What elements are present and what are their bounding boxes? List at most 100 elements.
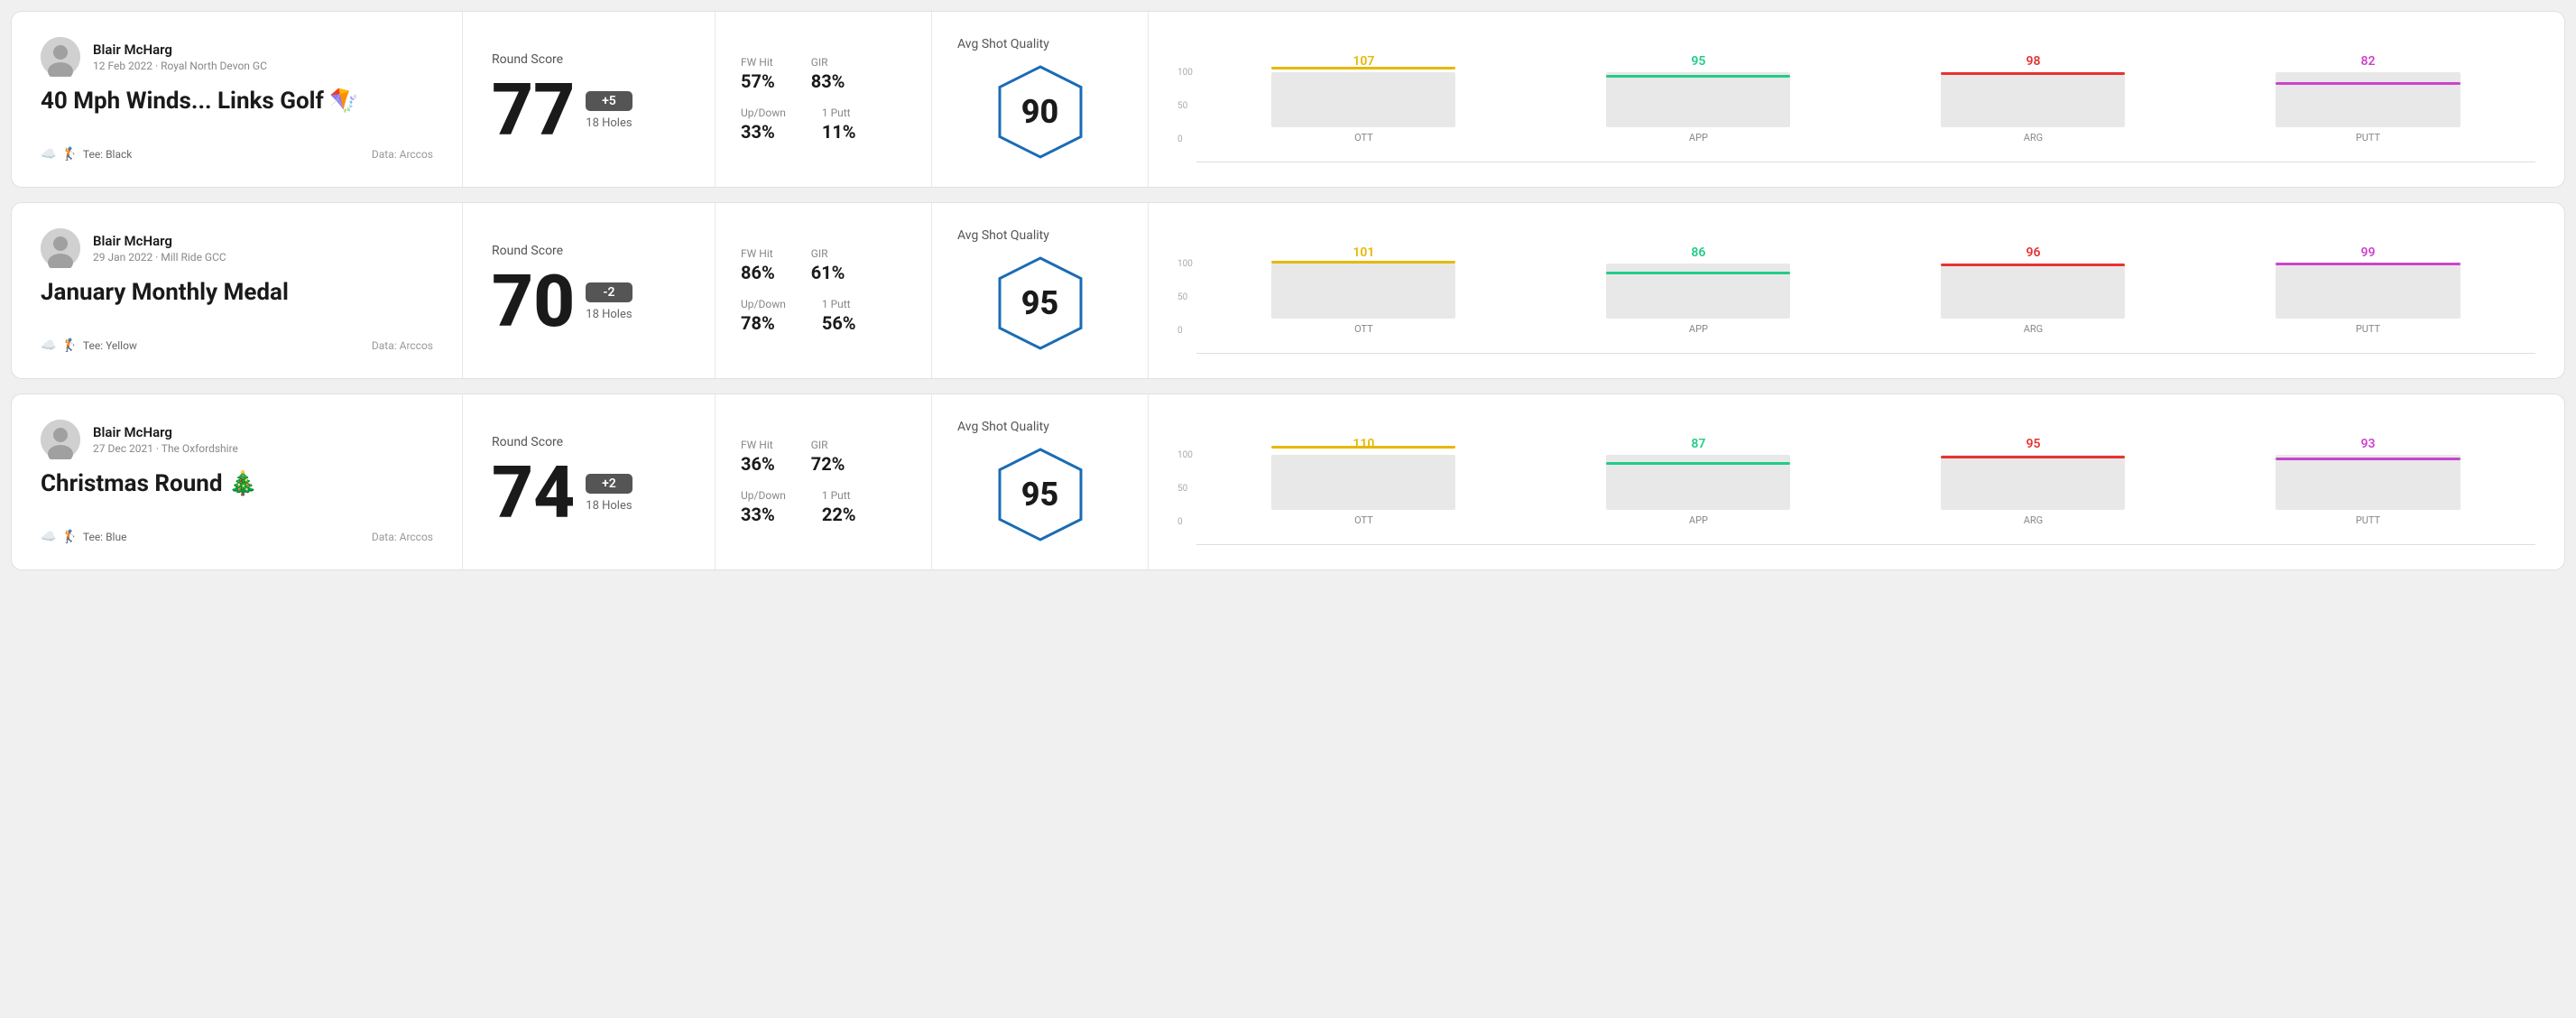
stat-gir-1: GIR 83% <box>811 56 845 92</box>
bar-col-ott: 110 OTT <box>1196 437 1531 526</box>
bar-value-arg: 95 <box>2026 437 2040 451</box>
round-title-3: Christmas Round 🎄 <box>41 470 433 498</box>
card-stats-1: FW Hit 57% GIR 83% Up/Down 33% 1 Putt 11… <box>716 12 932 187</box>
bar-col-arg: 98 ARG <box>1866 54 2201 143</box>
golf-cart-icon-1: 🏌 <box>61 147 77 162</box>
player-info-3: Blair McHarg 27 Dec 2021 · The Oxfordshi… <box>41 420 433 459</box>
score-main-1: 77 +5 18 Holes <box>492 74 686 146</box>
bar-value-app: 87 <box>1691 437 1705 451</box>
player-name-1: Blair McHarg <box>93 42 267 58</box>
card-quality-2: Avg Shot Quality 95 <box>932 203 1149 378</box>
stat-oneputt-2: 1 Putt 56% <box>822 298 856 334</box>
bar-col-app: 86 APP <box>1531 245 1866 335</box>
stats-row-bot-3: Up/Down 33% 1 Putt 22% <box>741 489 906 525</box>
score-label-3: Round Score <box>492 435 686 449</box>
stat-gir-3: GIR 72% <box>811 439 845 475</box>
card-quality-3: Avg Shot Quality 95 <box>932 394 1149 569</box>
bar-bg-putt <box>2276 455 2460 510</box>
golf-cart-icon-3: 🏌 <box>61 530 77 544</box>
bar-xlabel-arg: ARG <box>2024 323 2043 335</box>
card-chart-1: 100 50 0 107 OTT 95 APP 98 <box>1149 12 2564 187</box>
hexagon-3: 95 <box>991 445 1090 544</box>
score-badge-group-1: +5 18 Holes <box>586 91 632 130</box>
stat-fwhit-2: FW Hit 86% <box>741 247 775 283</box>
stat-oneputt-label-1: 1 Putt <box>822 106 856 119</box>
stats-row-top-2: FW Hit 86% GIR 61% <box>741 247 906 283</box>
stat-updown-3: Up/Down 33% <box>741 489 786 525</box>
stat-gir-label-1: GIR <box>811 56 845 69</box>
bar-line-app <box>1606 462 1790 465</box>
tee-info-2: ☁️ 🏌 Tee: Yellow <box>41 338 137 353</box>
avatar-icon-1 <box>41 37 80 77</box>
card-score-2: Round Score 70 -2 18 Holes <box>463 203 716 378</box>
bar-xlabel-ott: OTT <box>1354 514 1373 526</box>
y-label-100: 100 <box>1177 450 1193 460</box>
y-label-100: 100 <box>1177 68 1193 78</box>
score-label-2: Round Score <box>492 244 686 258</box>
score-number-2: 70 <box>492 265 575 338</box>
bar-line-arg <box>1941 264 2125 266</box>
round-card-1: Blair McHarg 12 Feb 2022 · Royal North D… <box>11 11 2565 188</box>
stat-oneputt-value-3: 22% <box>822 504 856 525</box>
bar-bg-ott <box>1271 264 1455 319</box>
y-label-50: 50 <box>1177 484 1193 494</box>
player-info-1: Blair McHarg 12 Feb 2022 · Royal North D… <box>41 37 433 77</box>
stat-oneputt-label-2: 1 Putt <box>822 298 856 310</box>
hexagon-container-2: 95 <box>991 254 1090 353</box>
y-label-100: 100 <box>1177 259 1193 269</box>
bar-bg-app <box>1606 264 1790 319</box>
avatar-icon-3 <box>41 420 80 459</box>
holes-text-1: 18 Holes <box>586 116 632 130</box>
stat-gir-label-2: GIR <box>811 247 845 260</box>
avatar-1 <box>41 37 80 77</box>
bar-xlabel-putt: PUTT <box>2356 132 2380 143</box>
bar-value-app: 86 <box>1691 245 1705 260</box>
bar-line-arg <box>1941 456 2125 458</box>
stat-updown-label-1: Up/Down <box>741 106 786 119</box>
avatar-icon-2 <box>41 228 80 268</box>
data-source-1: Data: Arccos <box>372 148 433 161</box>
quality-label-3: Avg Shot Quality <box>957 420 1049 434</box>
stat-updown-label-2: Up/Down <box>741 298 786 310</box>
stat-gir-label-3: GIR <box>811 439 845 451</box>
hexagon-container-1: 90 <box>991 62 1090 162</box>
stat-fwhit-label-3: FW Hit <box>741 439 775 451</box>
card-left-2: Blair McHarg 29 Jan 2022 · Mill Ride GCC… <box>12 203 463 378</box>
score-number-3: 74 <box>492 457 575 529</box>
bar-value-putt: 82 <box>2360 54 2375 69</box>
stat-oneputt-1: 1 Putt 11% <box>822 106 856 143</box>
player-info-2: Blair McHarg 29 Jan 2022 · Mill Ride GCC <box>41 228 433 268</box>
bar-value-putt: 99 <box>2360 245 2375 260</box>
tee-label-2: Tee: Yellow <box>83 339 137 352</box>
player-meta-2: 29 Jan 2022 · Mill Ride GCC <box>93 251 226 264</box>
bar-value-app: 95 <box>1691 54 1705 69</box>
card-stats-3: FW Hit 36% GIR 72% Up/Down 33% 1 Putt 22… <box>716 394 932 569</box>
bar-bg-ott <box>1271 455 1455 510</box>
bar-col-putt: 93 PUTT <box>2201 437 2535 526</box>
holes-text-2: 18 Holes <box>586 308 632 321</box>
round-title-1: 40 Mph Winds... Links Golf 🪁 <box>41 88 433 116</box>
score-number-1: 77 <box>492 74 575 146</box>
card-score-3: Round Score 74 +2 18 Holes <box>463 394 716 569</box>
card-left-3: Blair McHarg 27 Dec 2021 · The Oxfordshi… <box>12 394 463 569</box>
bar-col-arg: 95 ARG <box>1866 437 2201 526</box>
stat-fwhit-3: FW Hit 36% <box>741 439 775 475</box>
tee-info-1: ☁️ 🏌 Tee: Black <box>41 147 132 162</box>
stats-row-top-1: FW Hit 57% GIR 83% <box>741 56 906 92</box>
player-meta-3: 27 Dec 2021 · The Oxfordshire <box>93 442 238 455</box>
stat-fwhit-1: FW Hit 57% <box>741 56 775 92</box>
bar-bg-putt <box>2276 264 2460 319</box>
bar-value-arg: 96 <box>2026 245 2040 260</box>
bar-value-ott: 110 <box>1353 437 1374 451</box>
stats-row-bot-1: Up/Down 33% 1 Putt 11% <box>741 106 906 143</box>
stat-updown-1: Up/Down 33% <box>741 106 786 143</box>
stat-gir-2: GIR 61% <box>811 247 845 283</box>
data-source-2: Data: Arccos <box>372 339 433 352</box>
bar-line-putt <box>2276 82 2460 85</box>
bar-col-ott: 101 OTT <box>1196 245 1531 335</box>
holes-text-3: 18 Holes <box>586 499 632 513</box>
player-meta-1: 12 Feb 2022 · Royal North Devon GC <box>93 60 267 72</box>
stats-row-top-3: FW Hit 36% GIR 72% <box>741 439 906 475</box>
avatar-2 <box>41 228 80 268</box>
bar-line-ott <box>1271 67 1455 69</box>
